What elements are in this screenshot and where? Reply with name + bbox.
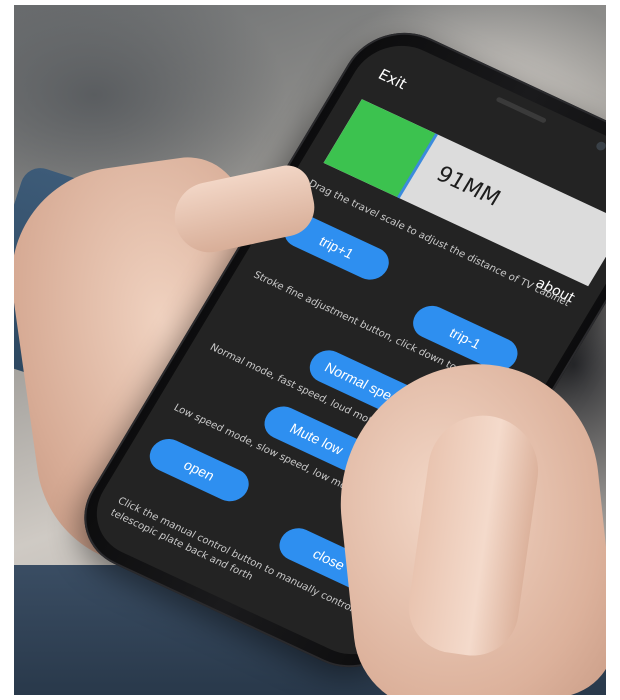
travel-scale-value: 91MM: [431, 162, 505, 212]
camera-icon: [594, 140, 606, 152]
travel-scale-fill: [323, 99, 436, 198]
background-photo: Exit 91MM about Drag the travel scale to…: [14, 5, 606, 695]
exit-button[interactable]: Exit: [375, 65, 410, 93]
speaker-grille: [495, 96, 547, 124]
